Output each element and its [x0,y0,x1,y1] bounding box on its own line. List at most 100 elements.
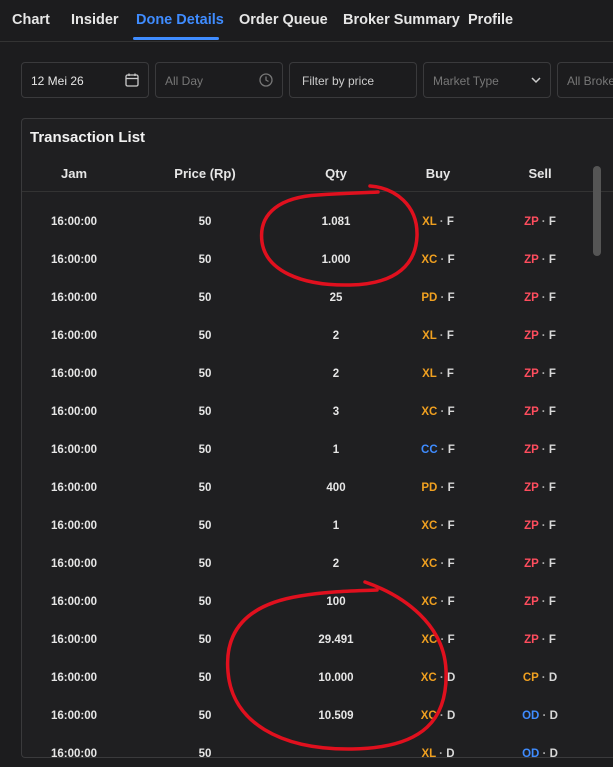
table-row[interactable]: 16:00:00 50 2 XL · F ZP · F [22,356,613,394]
broker-code[interactable]: XC [421,710,437,722]
broker-code[interactable]: PD [421,292,437,304]
broker-code[interactable]: ZP [524,444,539,456]
broker-code[interactable]: OD [522,710,539,722]
time-cell: 16:00:00 [50,520,98,532]
broker-code[interactable]: XC [421,406,437,418]
investor-type: F [447,634,455,646]
table-row[interactable]: 16:00:00 50 2 XL · F ZP · F [22,318,613,356]
price-cell: 50 [198,254,212,266]
table-row[interactable]: 16:00:00 50 400 PD · F ZP · F [22,470,613,508]
broker-code[interactable]: XL [422,330,437,342]
investor-type: F [548,406,556,418]
broker-code[interactable]: XC [421,634,437,646]
table-row[interactable]: 16:00:00 50 3 XC · F ZP · F [22,394,613,432]
broker-code[interactable]: ZP [524,330,539,342]
tab-order-queue[interactable]: Order Queue [239,12,328,28]
broker-code[interactable]: ZP [524,596,539,608]
transaction-list-panel: Transaction List Jam Price (Rp) Qty Buy … [21,118,613,758]
price-cell: 50 [198,748,212,758]
table-row[interactable]: 16:00:00 50 1 XC · F ZP · F [22,508,613,546]
qty-cell: 100 [326,596,346,608]
broker-code[interactable]: ZP [524,634,539,646]
investor-type: F [447,596,455,608]
broker-code[interactable]: CC [421,444,438,456]
market-type-select[interactable]: Market Type [423,62,551,98]
broker-code[interactable]: ZP [524,254,539,266]
date-value: 12 Mei 26 [31,74,84,88]
qty-cell: 10.509 [318,710,354,722]
market-type-placeholder: Market Type [433,74,499,88]
price-cell: 50 [198,444,212,456]
separator-dot: · [539,748,550,758]
table-row[interactable]: 16:00:00 50 1 CC · F ZP · F [22,432,613,470]
sell-cell: ZP · F [524,368,556,380]
broker-code[interactable]: XC [421,520,437,532]
broker-code[interactable]: XC [421,596,437,608]
broker-code[interactable]: CP [523,672,539,684]
time-cell: 16:00:00 [50,216,98,228]
tab-broker-summary[interactable]: Broker Summary [343,12,460,28]
investor-type: F [548,482,556,494]
separator-dot: · [437,292,448,304]
time-filter[interactable]: All Day [155,62,283,98]
tab-chart[interactable]: Chart [12,12,50,28]
broker-code[interactable]: ZP [524,406,539,418]
separator-dot: · [538,444,549,456]
sell-cell: ZP · F [524,406,556,418]
tab-insider[interactable]: Insider [71,12,119,28]
table-row[interactable]: 16:00:00 50 1.000 XC · F ZP · F [22,242,613,280]
investor-type: F [447,444,455,456]
table-row[interactable]: 16:00:00 50 100 XC · F ZP · F [22,584,613,622]
table-row[interactable]: 16:00:00 50 10.509 XC · D OD · D [22,698,613,736]
qty-cell: 29.491 [318,634,354,646]
table-row[interactable]: 16:00:00 50 10.000 XC · D CP · D [22,660,613,698]
broker-code[interactable]: PD [421,482,437,494]
table-row[interactable]: 16:00:00 50 XL · D OD · D [22,736,613,758]
separator-dot: · [436,710,447,722]
broker-code[interactable]: ZP [524,368,539,380]
buy-cell: XC · F [421,596,454,608]
broker-code[interactable]: ZP [524,216,539,228]
broker-code[interactable]: XC [421,672,437,684]
broker-code[interactable]: XL [422,216,437,228]
price-cell: 50 [198,368,212,380]
column-header-qty: Qty [325,166,347,181]
tab-done-details[interactable]: Done Details [136,12,224,28]
broker-code[interactable]: OD [522,748,539,757]
time-cell: 16:00:00 [50,292,98,304]
broker-code[interactable]: XL [421,748,436,757]
broker-code[interactable]: XL [422,368,437,380]
table-row[interactable]: 16:00:00 50 2 XC · F ZP · F [22,546,613,584]
investor-type: F [548,520,556,532]
separator-dot: · [538,292,549,304]
time-cell: 16:00:00 [50,748,98,758]
separator-dot: · [538,406,549,418]
price-filter-input[interactable]: Filter by price [289,62,417,98]
broker-code[interactable]: ZP [524,292,539,304]
investor-type: F [447,254,455,266]
price-cell: 50 [198,558,212,570]
broker-code[interactable]: ZP [524,558,539,570]
investor-type: F [447,558,455,570]
broker-code[interactable]: ZP [524,482,539,494]
table-row[interactable]: 16:00:00 50 25 PD · F ZP · F [22,280,613,318]
investor-type: D [446,672,456,684]
broker-code[interactable]: ZP [524,520,539,532]
buy-cell: XC · D [421,710,456,722]
broker-code[interactable]: XC [421,558,437,570]
time-placeholder: All Day [165,74,204,88]
table-row[interactable]: 16:00:00 50 1.081 XL · F ZP · F [22,204,613,242]
broker-code[interactable]: XC [421,254,437,266]
qty-cell: 1 [332,520,340,532]
investor-type: F [447,482,455,494]
separator-dot: · [436,672,447,684]
date-picker[interactable]: 12 Mei 26 [21,62,149,98]
table-row[interactable]: 16:00:00 50 29.491 XC · F ZP · F [22,622,613,660]
time-cell: 16:00:00 [50,444,98,456]
separator-dot: · [437,406,448,418]
broker-select[interactable]: All Broke [557,62,613,98]
tab-profile[interactable]: Profile [468,12,513,28]
separator-dot: · [538,216,549,228]
qty-cell: 2 [332,558,340,570]
separator-dot: · [435,748,447,758]
